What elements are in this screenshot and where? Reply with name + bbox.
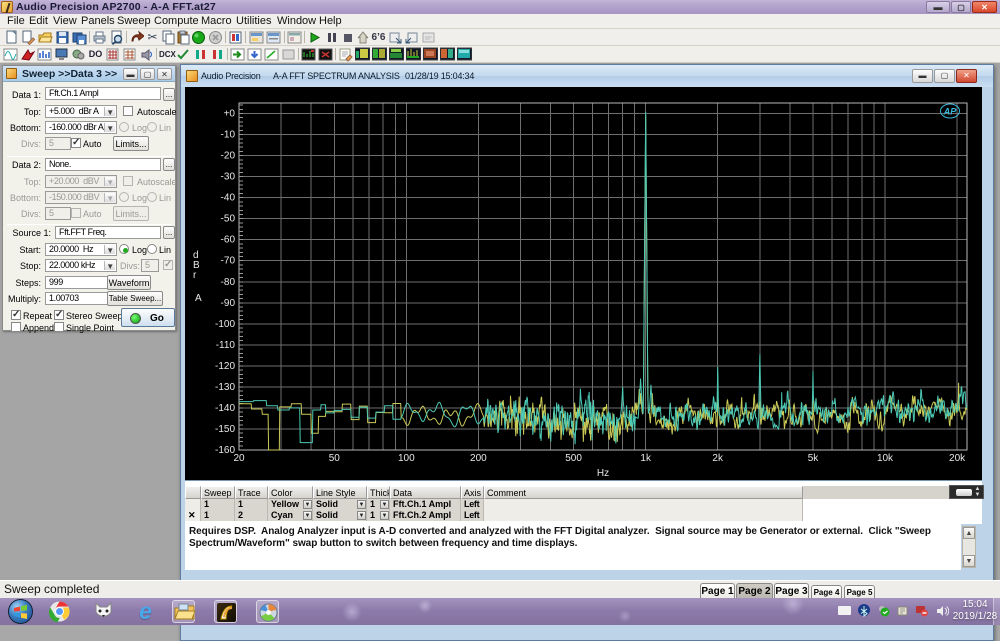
svg-text:-150: -150	[215, 424, 235, 435]
svg-text:-70: -70	[221, 256, 236, 267]
svg-text:50: 50	[329, 453, 341, 464]
svg-text:500: 500	[565, 453, 582, 464]
svg-text:100: 100	[398, 453, 415, 464]
svg-text:r: r	[193, 270, 197, 281]
svg-text:-100: -100	[215, 319, 235, 330]
svg-text:20: 20	[233, 453, 245, 464]
svg-text:-10: -10	[221, 130, 236, 141]
svg-text:200: 200	[470, 453, 487, 464]
svg-text:-120: -120	[215, 361, 235, 372]
svg-text:5k: 5k	[808, 453, 820, 464]
svg-text:-140: -140	[215, 403, 235, 414]
svg-text:2k: 2k	[712, 453, 724, 464]
svg-text:-20: -20	[221, 151, 236, 162]
svg-text:AP: AP	[943, 107, 957, 117]
svg-text:-80: -80	[221, 277, 236, 288]
svg-text:Hz: Hz	[597, 468, 609, 479]
svg-text:10k: 10k	[877, 453, 894, 464]
svg-text:-160: -160	[215, 445, 235, 456]
svg-text:-40: -40	[221, 193, 236, 204]
svg-text:1k: 1k	[640, 453, 652, 464]
svg-text:-50: -50	[221, 214, 236, 225]
svg-text:-130: -130	[215, 382, 235, 393]
svg-text:-90: -90	[221, 298, 236, 309]
svg-text:-110: -110	[216, 340, 236, 351]
svg-text:20k: 20k	[949, 453, 966, 464]
svg-text:-30: -30	[221, 172, 236, 183]
svg-text:-60: -60	[221, 235, 236, 246]
svg-text:+0: +0	[224, 109, 236, 120]
svg-text:A: A	[195, 293, 202, 304]
